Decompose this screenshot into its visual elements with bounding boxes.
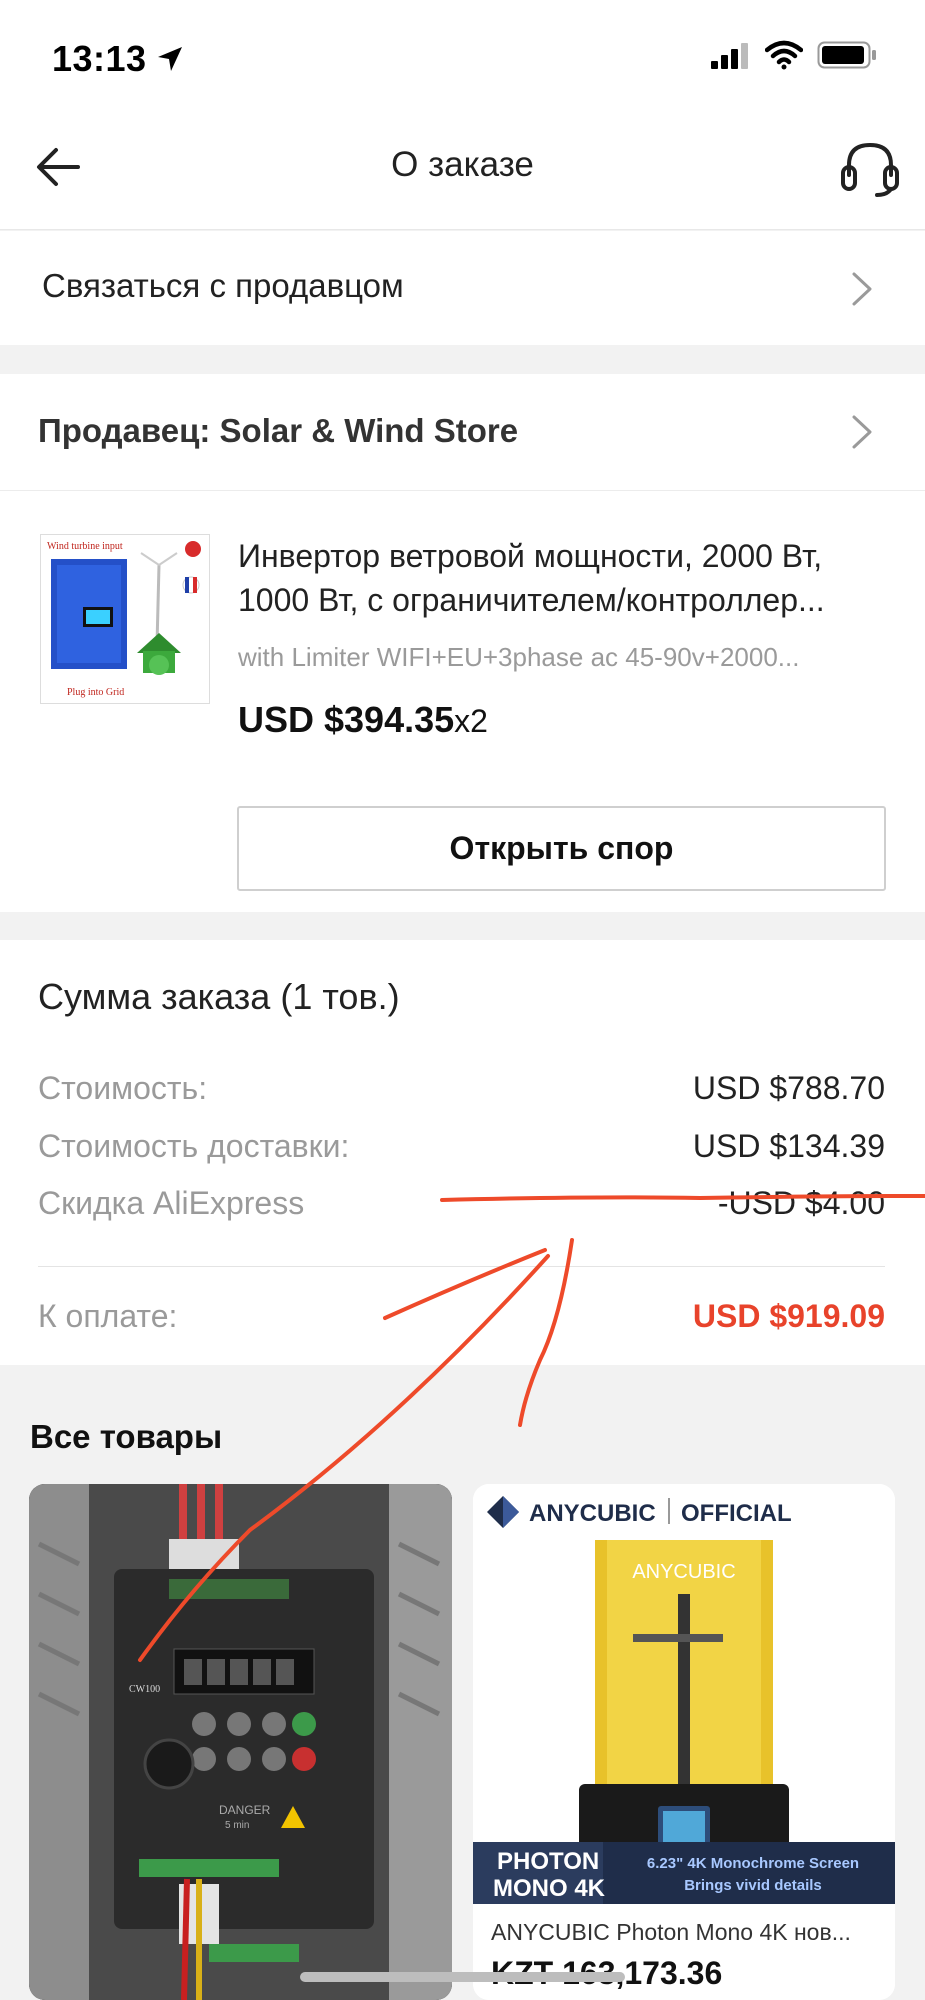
contact-seller-row[interactable]: Связаться с продавцом bbox=[0, 231, 925, 345]
home-indicator[interactable] bbox=[300, 1972, 625, 1982]
thumb-bottom-text: Plug into Grid bbox=[67, 687, 124, 698]
seller-row[interactable]: Продавец: Solar & Wind Store bbox=[0, 374, 925, 491]
order-summary: Сумма заказа (1 тов.) Стоимость: USD $78… bbox=[0, 940, 925, 1365]
summary-label: Скидка AliExpress bbox=[38, 1185, 305, 1221]
card-product-name: ANYCUBIC Photon Mono 4K нов... bbox=[491, 1919, 851, 1945]
product-card-anycubic[interactable]: ANYCUBIC OFFICIAL ANYCUBIC PHOTON MONO 4… bbox=[473, 1484, 895, 2000]
seller-section: Продавец: Solar & Wind Store Wind turbin… bbox=[0, 374, 925, 912]
battery-icon bbox=[817, 41, 876, 69]
headset-support-icon[interactable] bbox=[837, 135, 903, 201]
card-badge-line1: PHOTON bbox=[497, 1848, 599, 1875]
summary-value: USD $134.39 bbox=[692, 1128, 885, 1164]
product-price-value: USD $394.35 bbox=[238, 699, 455, 740]
summary-label: Стоимость: bbox=[38, 1070, 208, 1106]
card-danger-text: DANGER bbox=[219, 1803, 271, 1817]
summary-value: USD $788.70 bbox=[692, 1070, 885, 1106]
card-feature-line1: 6.23" 4K Monochrome Screen bbox=[647, 1855, 859, 1872]
product-price: USD $394.35x2 bbox=[238, 699, 488, 741]
card-model-text: CW100 bbox=[129, 1684, 160, 1695]
product-title[interactable]: Инвертор ветровой мощности, 2000 Вт, 100… bbox=[238, 534, 888, 622]
card-brand-text: ANYCUBIC bbox=[529, 1500, 656, 1527]
summary-title: Сумма заказа (1 тов.) bbox=[38, 976, 400, 1017]
wifi-icon bbox=[765, 40, 803, 70]
total-label: К оплате: bbox=[38, 1298, 178, 1334]
location-arrow-icon bbox=[157, 47, 182, 71]
summary-row-total: К оплате: USD $919.09 bbox=[38, 1298, 885, 1335]
contact-seller-label: Связаться с продавцом bbox=[42, 267, 404, 304]
inverter-product-image: Wind turbine input Plug into Grid bbox=[41, 535, 209, 703]
status-time-group: 13:13 bbox=[52, 38, 185, 80]
summary-row-discount: Скидка AliExpress -USD $4.00 bbox=[38, 1185, 885, 1222]
seller-name: Продавец: Solar & Wind Store bbox=[38, 412, 519, 449]
chevron-right-icon bbox=[852, 415, 872, 449]
page-title: О заказе bbox=[391, 145, 534, 184]
product-card-inverter[interactable]: CW100 DANGER 5 min bbox=[29, 1484, 452, 2000]
status-icons bbox=[711, 40, 877, 70]
open-dispute-button[interactable]: Открыть спор bbox=[237, 806, 886, 891]
status-bar: 13:13 bbox=[0, 0, 925, 115]
card-printer-brand-text: ANYCUBIC bbox=[632, 1561, 735, 1583]
summary-row-shipping: Стоимость доставки: USD $134.39 bbox=[38, 1128, 885, 1165]
card-danger-sub-text: 5 min bbox=[225, 1820, 249, 1831]
card-badge-line2: MONO 4K bbox=[493, 1875, 606, 1902]
inverter-cabinet-image: CW100 DANGER 5 min bbox=[29, 1484, 452, 2000]
product-thumbnail[interactable]: Wind turbine input Plug into Grid bbox=[40, 534, 210, 704]
summary-label: Стоимость доставки: bbox=[38, 1128, 350, 1164]
summary-divider bbox=[38, 1266, 885, 1267]
thumb-top-text: Wind turbine input bbox=[47, 541, 123, 552]
product-variant: with Limiter WIFI+EU+3phase ac 45-90v+20… bbox=[238, 642, 800, 672]
summary-row-cost: Стоимость: USD $788.70 bbox=[38, 1070, 885, 1107]
chevron-right-icon bbox=[852, 272, 872, 306]
status-time: 13:13 bbox=[52, 38, 147, 79]
summary-value: -USD $4.00 bbox=[717, 1185, 885, 1221]
anycubic-printer-image: ANYCUBIC OFFICIAL ANYCUBIC PHOTON MONO 4… bbox=[473, 1484, 895, 2000]
card-official-text: OFFICIAL bbox=[681, 1500, 792, 1527]
all-products-title: Все товары bbox=[30, 1418, 223, 1455]
signal-icon bbox=[711, 43, 748, 69]
nav-bar: О заказе bbox=[0, 115, 925, 230]
card-feature-line2: Brings vivid details bbox=[684, 1877, 822, 1894]
product-quantity: x2 bbox=[454, 703, 488, 739]
total-value: USD $919.09 bbox=[692, 1298, 885, 1334]
